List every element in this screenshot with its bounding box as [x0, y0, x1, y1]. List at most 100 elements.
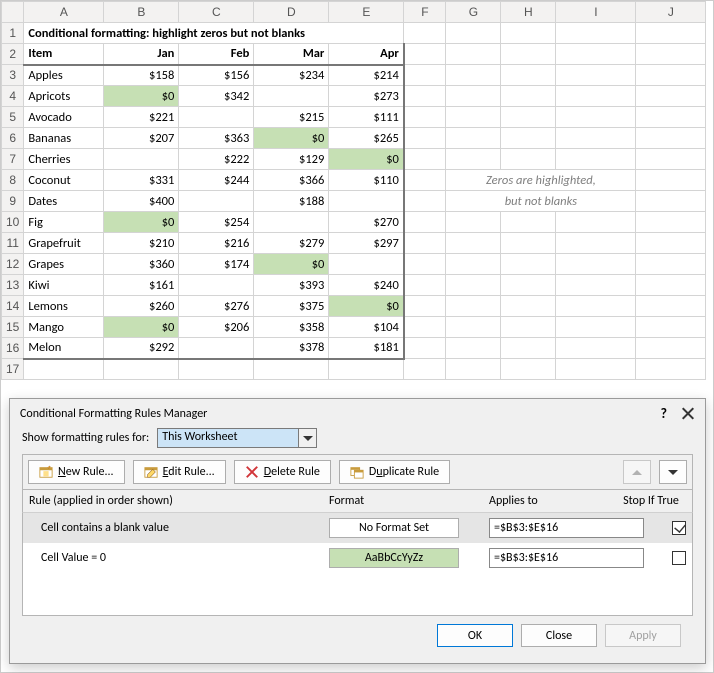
cell[interactable]: [446, 338, 501, 359]
cell[interactable]: [501, 296, 556, 317]
cell[interactable]: [556, 149, 636, 170]
cell-value[interactable]: $378: [254, 338, 329, 359]
cell[interactable]: [501, 254, 556, 275]
cell-value[interactable]: $393: [254, 275, 329, 296]
cell-value[interactable]: $297: [329, 233, 404, 254]
cell[interactable]: [636, 338, 706, 359]
hdr-item[interactable]: Item: [24, 44, 104, 65]
cell-value[interactable]: $270: [329, 212, 404, 233]
cell[interactable]: [636, 275, 706, 296]
cell[interactable]: [446, 212, 501, 233]
col-header-I[interactable]: I: [556, 2, 636, 23]
cell-value[interactable]: $161: [104, 275, 179, 296]
cell-value[interactable]: $221: [104, 107, 179, 128]
close-icon[interactable]: [681, 407, 695, 421]
cell-value[interactable]: $279: [254, 233, 329, 254]
cell[interactable]: [329, 359, 404, 380]
cell[interactable]: [501, 338, 556, 359]
row-header-5[interactable]: 5: [2, 107, 24, 128]
cell-item[interactable]: Dates: [24, 191, 104, 212]
cell[interactable]: [636, 170, 706, 191]
cell[interactable]: [404, 128, 446, 149]
cell[interactable]: [446, 128, 501, 149]
cell-value[interactable]: $0: [254, 128, 329, 149]
cell[interactable]: [636, 149, 706, 170]
col-header-F[interactable]: F: [404, 2, 446, 23]
cell-value[interactable]: [104, 149, 179, 170]
cell[interactable]: [501, 275, 556, 296]
cell-value[interactable]: $360: [104, 254, 179, 275]
row-header-15[interactable]: 15: [2, 317, 24, 338]
edit-rule-button[interactable]: Edit Rule...: [133, 460, 226, 484]
cell-value[interactable]: $254: [179, 212, 254, 233]
cell[interactable]: [556, 338, 636, 359]
cell-value[interactable]: $0: [329, 296, 404, 317]
hdr-month[interactable]: Feb: [179, 44, 254, 65]
cell-value[interactable]: $260: [104, 296, 179, 317]
cell[interactable]: [501, 212, 556, 233]
col-header-B[interactable]: B: [104, 2, 179, 23]
select-all-corner[interactable]: [2, 2, 24, 23]
cell-value[interactable]: [179, 191, 254, 212]
row-header-13[interactable]: 13: [2, 275, 24, 296]
cell[interactable]: [404, 44, 446, 65]
cell-item[interactable]: Cherries: [24, 149, 104, 170]
cell-item[interactable]: Fig: [24, 212, 104, 233]
cell-item[interactable]: Mango: [24, 317, 104, 338]
cell-value[interactable]: [179, 338, 254, 359]
cell-value[interactable]: $129: [254, 149, 329, 170]
cell[interactable]: [404, 191, 446, 212]
cell[interactable]: [636, 212, 706, 233]
cell-item[interactable]: Coconut: [24, 170, 104, 191]
cell[interactable]: [556, 23, 636, 44]
cell[interactable]: [446, 254, 501, 275]
cell-value[interactable]: $206: [179, 317, 254, 338]
row-header-1[interactable]: 1: [2, 23, 24, 44]
cell[interactable]: [501, 317, 556, 338]
cell-value[interactable]: $216: [179, 233, 254, 254]
cell[interactable]: [446, 65, 501, 86]
cell-item[interactable]: Kiwi: [24, 275, 104, 296]
cell-value[interactable]: $342: [179, 86, 254, 107]
cell-value[interactable]: $181: [329, 338, 404, 359]
cell[interactable]: [556, 254, 636, 275]
cell[interactable]: [104, 359, 179, 380]
cell-value[interactable]: [329, 254, 404, 275]
cell-value[interactable]: $265: [329, 128, 404, 149]
cell-value[interactable]: $0: [104, 86, 179, 107]
cell-item[interactable]: Grapefruit: [24, 233, 104, 254]
cell[interactable]: [179, 359, 254, 380]
cell-value[interactable]: $240: [329, 275, 404, 296]
row-header-16[interactable]: 16: [2, 338, 24, 359]
cell[interactable]: [501, 44, 556, 65]
duplicate-rule-button[interactable]: Duplicate Rule: [339, 460, 450, 484]
delete-rule-button[interactable]: Delete Rule: [234, 460, 331, 484]
cell[interactable]: [404, 317, 446, 338]
row-header-2[interactable]: 2: [2, 44, 24, 65]
cell-value[interactable]: $331: [104, 170, 179, 191]
cell[interactable]: [636, 359, 706, 380]
col-header-J[interactable]: J: [636, 2, 706, 23]
cell-value[interactable]: $222: [179, 149, 254, 170]
move-up-button[interactable]: [623, 460, 651, 484]
cell-item[interactable]: Melon: [24, 338, 104, 359]
cell-value[interactable]: $292: [104, 338, 179, 359]
cell[interactable]: [404, 23, 446, 44]
row-header-7[interactable]: 7: [2, 149, 24, 170]
cell-value[interactable]: $111: [329, 107, 404, 128]
cell-value[interactable]: $375: [254, 296, 329, 317]
cell-value[interactable]: $207: [104, 128, 179, 149]
cell[interactable]: [254, 359, 329, 380]
cell-item[interactable]: Avocado: [24, 107, 104, 128]
cell-value[interactable]: $234: [254, 65, 329, 86]
cell[interactable]: [404, 296, 446, 317]
cell[interactable]: [556, 44, 636, 65]
cell-value[interactable]: $188: [254, 191, 329, 212]
cell[interactable]: [404, 170, 446, 191]
cell[interactable]: [556, 359, 636, 380]
cell-item[interactable]: Lemons: [24, 296, 104, 317]
cell-value[interactable]: $366: [254, 170, 329, 191]
ok-button[interactable]: OK: [437, 624, 513, 647]
cell-value[interactable]: $210: [104, 233, 179, 254]
cell-value[interactable]: [179, 275, 254, 296]
